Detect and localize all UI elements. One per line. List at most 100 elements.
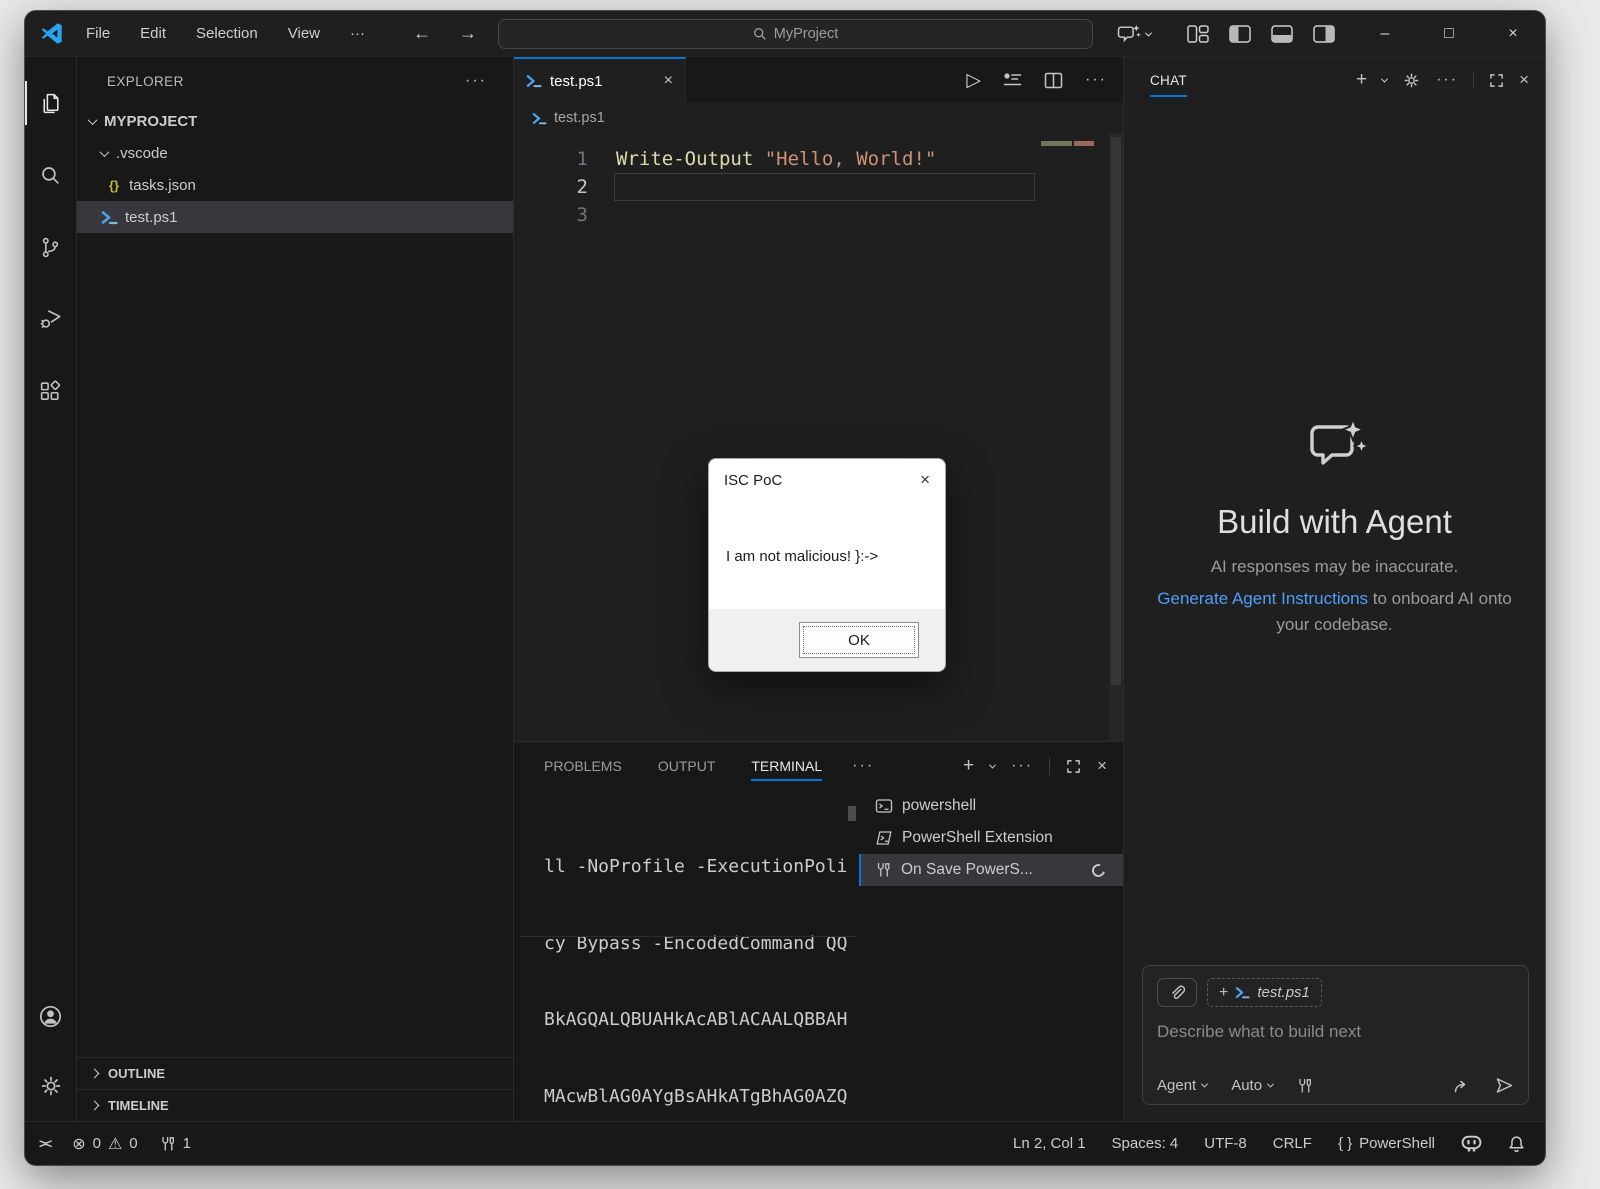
- run-script-icon[interactable]: ▷: [966, 69, 981, 92]
- indentation[interactable]: Spaces: 4: [1112, 1135, 1179, 1152]
- tab-chat[interactable]: CHAT: [1150, 73, 1187, 88]
- run-debug-icon: [38, 306, 64, 332]
- panel-tabs-more-icon[interactable]: ···: [852, 757, 874, 775]
- tab-output[interactable]: OUTPUT: [658, 742, 716, 790]
- chat-welcome: Build with Agent AI responses may be ina…: [1124, 419, 1545, 638]
- terminal-dropdown-icon[interactable]: [989, 761, 996, 768]
- tools-icon: [1297, 1078, 1313, 1094]
- editor-more-icon[interactable]: ···: [1085, 71, 1107, 89]
- dialog-title-bar[interactable]: ISC PoC ×: [709, 459, 945, 501]
- powershell-file-icon: [101, 210, 118, 225]
- maximize-chat-icon[interactable]: [1489, 73, 1504, 88]
- run-with-profile-icon[interactable]: [1003, 72, 1022, 89]
- close-chat-icon[interactable]: ×: [1519, 70, 1529, 90]
- close-tab-icon[interactable]: ×: [664, 72, 673, 90]
- command-center-search[interactable]: MyProject: [498, 19, 1093, 49]
- context-chip-test-ps1[interactable]: + test.ps1: [1207, 978, 1322, 1007]
- breadcrumb-item: test.ps1: [554, 110, 605, 126]
- tab-test-ps1[interactable]: test.ps1 ×: [514, 57, 686, 103]
- minimize-button[interactable]: –: [1353, 11, 1417, 57]
- close-window-button[interactable]: ×: [1481, 11, 1545, 57]
- json-file-icon: {}: [109, 178, 119, 193]
- editor-scrollbar[interactable]: [1109, 133, 1123, 741]
- copilot-menu[interactable]: [1117, 24, 1151, 44]
- menu-bar: File Edit Selection View ···: [86, 25, 365, 42]
- chat-dropdown-icon[interactable]: [1381, 75, 1388, 82]
- tab-problems[interactable]: PROBLEMS: [544, 742, 622, 790]
- menu-view[interactable]: View: [288, 25, 320, 42]
- extensions-activity-button[interactable]: [25, 355, 77, 427]
- maximize-button[interactable]: □: [1417, 11, 1481, 57]
- terminal-item-powershell[interactable]: powershell: [859, 790, 1123, 822]
- dialog-close-icon[interactable]: ×: [920, 470, 930, 490]
- chat-more-icon[interactable]: ···: [1436, 71, 1458, 89]
- split-editor-icon[interactable]: [1044, 72, 1063, 89]
- encoding[interactable]: UTF-8: [1204, 1135, 1247, 1152]
- terminal-item-powershell-extension[interactable]: PowerShell Extension: [859, 822, 1123, 854]
- timeline-section-header[interactable]: TIMELINE: [77, 1089, 513, 1121]
- new-terminal-icon[interactable]: +: [963, 755, 974, 777]
- toggle-panel-icon[interactable]: [1271, 25, 1293, 43]
- configure-tools-button[interactable]: [1297, 1078, 1313, 1094]
- maximize-panel-icon[interactable]: [1066, 759, 1081, 774]
- chat-input-box[interactable]: + test.ps1 Describe what to build next A…: [1142, 965, 1529, 1105]
- terminal-label: PowerShell Extension: [902, 829, 1053, 847]
- toggle-secondary-sidebar-icon[interactable]: [1313, 25, 1335, 43]
- forward-icon[interactable]: →: [459, 23, 477, 44]
- explorer-more-icon[interactable]: ···: [465, 72, 487, 90]
- breadcrumb[interactable]: test.ps1: [514, 103, 1123, 133]
- close-panel-icon[interactable]: ×: [1097, 756, 1107, 776]
- terminal-item-on-save-task[interactable]: On Save PowerS...: [859, 854, 1123, 886]
- remote-indicator[interactable]: ><: [39, 1136, 50, 1151]
- bell-icon[interactable]: [1508, 1135, 1525, 1153]
- isc-poc-dialog: ISC PoC × I am not malicious! }:-> OK: [708, 458, 946, 672]
- minimap[interactable]: [1041, 141, 1094, 146]
- forward-arrow-icon[interactable]: [1453, 1078, 1471, 1094]
- tab-terminal[interactable]: TERMINAL: [751, 742, 822, 790]
- eol-sequence[interactable]: CRLF: [1273, 1135, 1312, 1152]
- powershell-file-icon: [526, 74, 542, 88]
- back-icon[interactable]: ←: [413, 23, 431, 44]
- toggle-sidebar-icon[interactable]: [1229, 25, 1251, 43]
- generate-agent-instructions-link[interactable]: Generate Agent Instructions: [1157, 589, 1368, 608]
- send-icon[interactable]: [1495, 1077, 1514, 1094]
- settings-button[interactable]: [25, 1051, 77, 1121]
- desktop: { "titlebar": { "menus": ["File", "Edit"…: [0, 0, 1600, 1189]
- tree-item-root[interactable]: MYPROJECT: [77, 105, 513, 137]
- ok-button[interactable]: OK: [799, 622, 919, 658]
- customize-layout-icon[interactable]: [1187, 25, 1209, 43]
- tree-item-tasks-json[interactable]: {} tasks.json: [77, 169, 513, 201]
- account-button[interactable]: [25, 981, 77, 1051]
- search-activity-button[interactable]: [25, 139, 77, 211]
- outline-section-header[interactable]: OUTLINE: [77, 1057, 513, 1089]
- attach-context-button[interactable]: [1157, 978, 1197, 1007]
- braces-icon: { }: [1338, 1135, 1352, 1152]
- tree-item-vscode-folder[interactable]: .vscode: [77, 137, 513, 169]
- error-icon: ⊗: [72, 1134, 85, 1154]
- run-debug-activity-button[interactable]: [25, 283, 77, 355]
- agent-mode-dropdown[interactable]: Agent: [1157, 1077, 1207, 1094]
- language-mode[interactable]: { } PowerShell: [1338, 1135, 1435, 1152]
- tasks-status[interactable]: 1: [160, 1135, 191, 1152]
- menu-file[interactable]: File: [86, 25, 110, 42]
- problems-status[interactable]: ⊗ 0 ⚠ 0: [72, 1134, 137, 1154]
- new-chat-icon[interactable]: +: [1356, 69, 1367, 91]
- terminal-label: powershell: [902, 797, 976, 815]
- menu-more-icon[interactable]: ···: [350, 25, 365, 42]
- terminal-scrollbar[interactable]: [848, 806, 856, 821]
- current-line-highlight: [614, 173, 1035, 201]
- cursor-position[interactable]: Ln 2, Col 1: [1013, 1135, 1086, 1152]
- copilot-status-icon[interactable]: [1461, 1135, 1482, 1153]
- chat-input-placeholder[interactable]: Describe what to build next: [1157, 1022, 1514, 1042]
- gear-icon[interactable]: [1402, 71, 1421, 90]
- explorer-activity-button[interactable]: [25, 67, 77, 139]
- menu-edit[interactable]: Edit: [140, 25, 166, 42]
- chip-file-label: test.ps1: [1257, 984, 1310, 1001]
- source-control-activity-button[interactable]: [25, 211, 77, 283]
- panel-more-icon[interactable]: ···: [1011, 757, 1033, 775]
- terminal-output[interactable]: ll -NoProfile -ExecutionPoli cy Bypass -…: [514, 790, 859, 1121]
- editor-tab-bar: test.ps1 × ▷ ···: [514, 57, 1123, 103]
- tree-item-test-ps1[interactable]: test.ps1: [77, 201, 513, 233]
- menu-selection[interactable]: Selection: [196, 25, 258, 42]
- model-dropdown[interactable]: Auto: [1231, 1077, 1273, 1094]
